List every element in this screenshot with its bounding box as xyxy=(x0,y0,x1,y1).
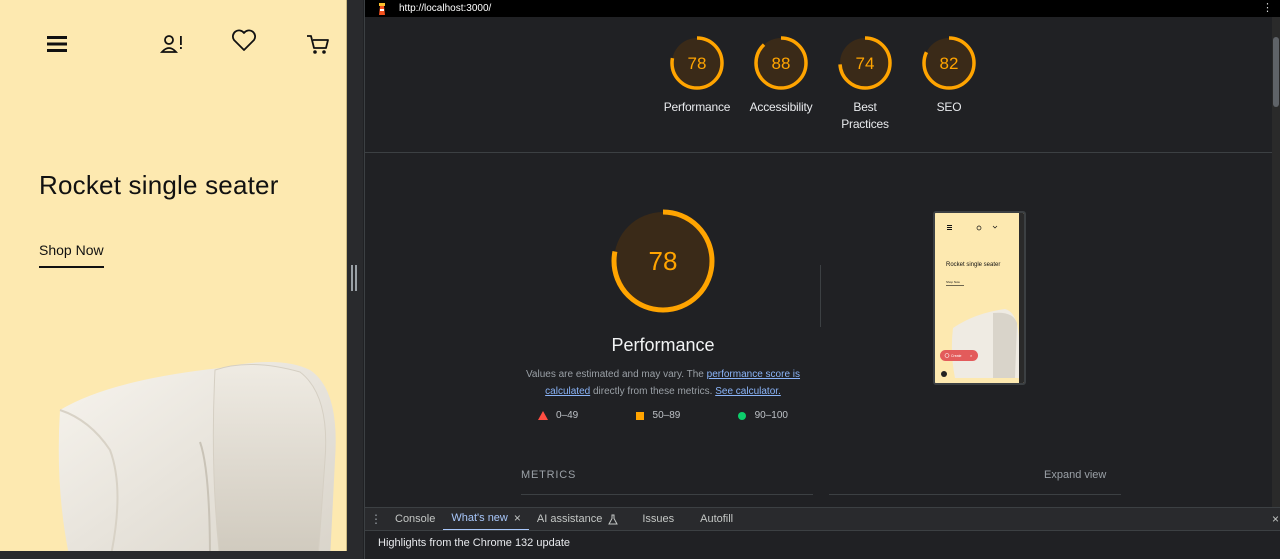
devtools-panel: http://localhost:3000/ ⋮ 78 Performance xyxy=(364,0,1280,559)
desc-text: directly from these metrics. xyxy=(590,386,716,397)
whats-new-heading: Highlights from the Chrome 132 update xyxy=(378,537,570,549)
gauge-score: 82 xyxy=(940,54,959,73)
mobile-page: Rocket single seater Shop Now xyxy=(0,0,347,551)
tab-console[interactable]: Console xyxy=(387,508,443,531)
tab-label: Console xyxy=(395,513,436,525)
vertical-divider xyxy=(820,265,821,327)
legend-fail: 0–49 xyxy=(538,410,578,421)
drawer-tabbar: ⋮ Console What's new × AI assistance Issu… xyxy=(365,507,1280,531)
device-bottom-bar xyxy=(0,551,363,559)
metrics-heading: METRICS xyxy=(521,469,577,481)
cart-icon[interactable] xyxy=(302,28,334,60)
tab-label: Issues xyxy=(642,513,675,525)
metrics-divider xyxy=(829,494,1121,495)
legend-average: 50–89 xyxy=(635,410,681,421)
score-gauge: 82 xyxy=(922,36,976,90)
tab-autofill[interactable]: Autofill xyxy=(692,508,741,531)
square-icon xyxy=(635,411,644,420)
user-alert-icon[interactable] xyxy=(156,28,188,60)
drawer-content: Highlights from the Chrome 132 update xyxy=(365,530,1280,559)
legend-range: 0–49 xyxy=(556,410,579,421)
thumb-cta: Shop Now xyxy=(946,280,961,284)
gauge-label: Accessibility xyxy=(749,100,813,114)
see-calculator-link[interactable]: See calculator. xyxy=(715,386,781,397)
gauge-label: Performance xyxy=(663,100,731,114)
screen: Rocket single seater Shop Now http://loc… xyxy=(0,0,1280,559)
heart-icon[interactable] xyxy=(228,24,260,56)
gauge-accessibility[interactable]: 88 Accessibility xyxy=(739,35,823,133)
flask-icon xyxy=(608,514,619,524)
score-gauge: 78 xyxy=(670,36,724,90)
tab-ai-assistance[interactable]: AI assistance xyxy=(529,508,626,531)
scrollbar-thumb[interactable] xyxy=(1273,37,1279,107)
lighthouse-logo-icon xyxy=(379,2,385,15)
report-url[interactable]: http://localhost:3000/ xyxy=(399,3,491,14)
score-legend: 0–49 50–89 90–100 xyxy=(518,410,808,421)
performance-title: Performance xyxy=(611,335,715,355)
thumb-badge: Create xyxy=(951,354,962,358)
gauge-seo[interactable]: 82 SEO xyxy=(907,35,991,133)
category-gauges: 78 Performance 88 Accessibility 74 Best … xyxy=(655,35,991,133)
performance-description: Values are estimated and may vary. The p… xyxy=(518,366,808,400)
chair-image xyxy=(58,362,336,551)
resize-handle[interactable] xyxy=(351,265,357,291)
gauge-best-practices[interactable]: 74 Best Practices xyxy=(823,35,907,133)
score-gauge: 74 xyxy=(838,36,892,90)
close-tab-icon[interactable]: × xyxy=(514,507,521,529)
gauge-score: 78 xyxy=(688,54,707,73)
gauge-score: 74 xyxy=(856,54,875,73)
thumb-title: Rocket single seater xyxy=(946,262,1000,268)
performance-score: 78 xyxy=(649,246,678,276)
tab-label: What's new xyxy=(451,512,508,524)
report-url-bar: http://localhost:3000/ ⋮ xyxy=(365,0,1280,17)
tab-issues[interactable]: Issues xyxy=(634,508,682,531)
gauge-score: 88 xyxy=(772,54,791,73)
triangle-icon xyxy=(538,410,548,420)
close-drawer-icon[interactable]: × xyxy=(1272,508,1279,531)
legend-range: 50–89 xyxy=(652,410,681,421)
tab-label: Autofill xyxy=(700,513,734,525)
device-preview-pane: Rocket single seater Shop Now xyxy=(0,0,363,559)
drawer-menu-icon[interactable]: ⋮ xyxy=(365,512,387,526)
tab-label: AI assistance xyxy=(536,513,603,525)
hero-title: Rocket single seater xyxy=(39,170,279,200)
expand-view-toggle[interactable]: Expand view xyxy=(1044,469,1106,481)
legend-pass: 90–100 xyxy=(737,410,788,421)
section-divider xyxy=(365,152,1273,153)
legend-range: 90–100 xyxy=(754,410,788,421)
performance-gauge: 78 xyxy=(611,209,715,313)
score-gauge: 88 xyxy=(754,36,808,90)
desc-text: Values are estimated and may vary. The xyxy=(525,369,707,380)
tab-whats-new[interactable]: What's new × xyxy=(443,508,529,531)
report-menu-icon[interactable]: ⋮ xyxy=(1262,0,1273,17)
gauge-label: SEO xyxy=(936,100,962,114)
gauge-label: Best Practices xyxy=(841,100,889,131)
mobile-navbar xyxy=(0,28,346,64)
performance-section: 78 Performance Values are estimated and … xyxy=(515,207,811,421)
lighthouse-report: 78 Performance 88 Accessibility 74 Best … xyxy=(365,17,1273,507)
report-scrollbar[interactable] xyxy=(1272,17,1280,507)
metrics-divider xyxy=(521,494,813,495)
final-screenshot-thumbnail[interactable]: Rocket single seater Shop Now Create × xyxy=(933,211,1026,385)
circle-icon xyxy=(737,411,746,420)
thumbnail-graphic: Rocket single seater Shop Now Create × xyxy=(935,213,1024,383)
gauge-performance[interactable]: 78 Performance xyxy=(655,35,739,133)
shop-now-link[interactable]: Shop Now xyxy=(39,242,104,268)
menu-icon[interactable] xyxy=(41,28,73,60)
